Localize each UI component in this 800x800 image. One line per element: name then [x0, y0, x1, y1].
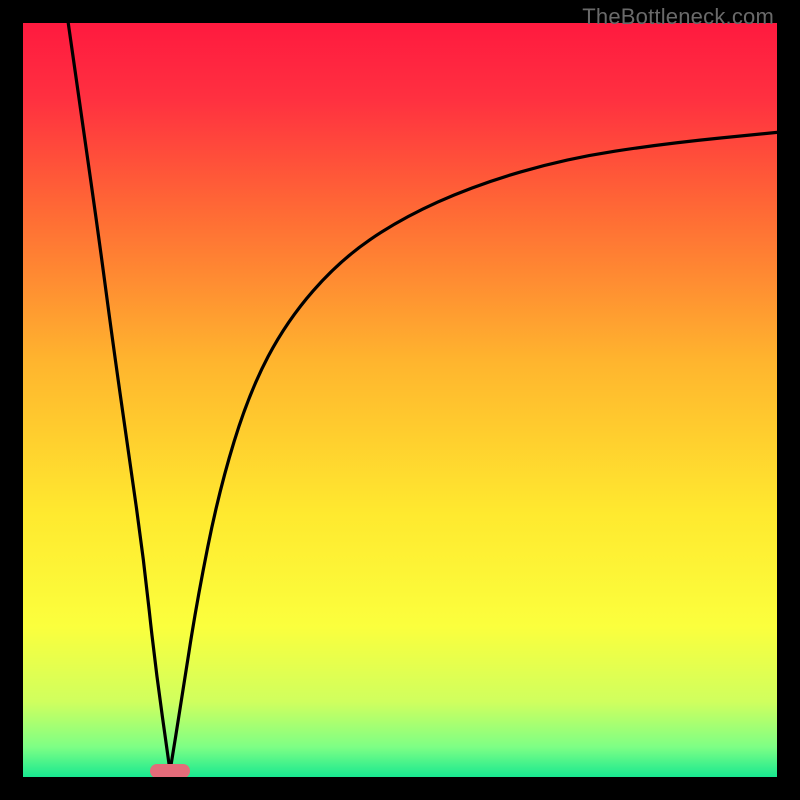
curve-right-branch — [170, 132, 777, 771]
curve-left-branch — [68, 23, 170, 771]
watermark-text: TheBottleneck.com — [582, 4, 774, 30]
min-marker — [150, 764, 190, 777]
chart-frame: TheBottleneck.com — [0, 0, 800, 800]
curve-layer — [23, 23, 777, 777]
plot-area — [23, 23, 777, 777]
